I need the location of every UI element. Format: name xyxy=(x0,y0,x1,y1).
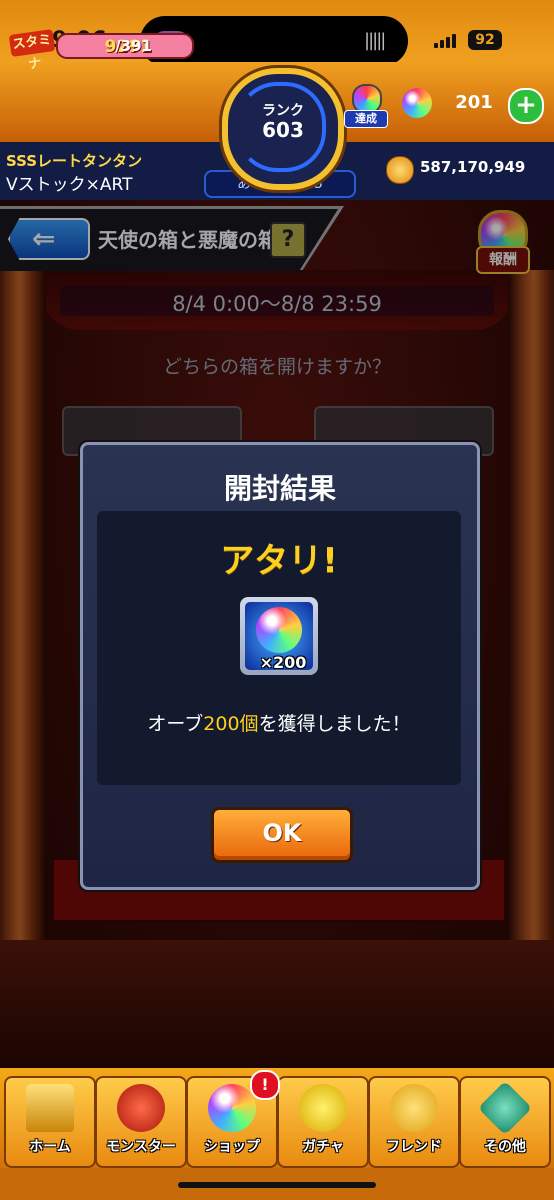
result-dialog: 開封結果 アタリ! ×200 オーブ200個を獲得しました！ OK xyxy=(80,442,480,890)
nav-friend[interactable]: フレンド xyxy=(368,1076,460,1168)
result-message-amount: 200個 xyxy=(203,713,259,735)
friend-icon xyxy=(390,1084,438,1132)
achievement-button[interactable]: 達成 xyxy=(344,80,388,128)
stamina-max: /391 xyxy=(115,37,152,55)
audio-wave-icon: ||||| xyxy=(364,30,386,51)
reward-item-tile: ×200 xyxy=(240,597,318,675)
result-label: アタリ! xyxy=(220,541,338,581)
nav-other-label: その他 xyxy=(484,1139,526,1155)
nav-gacha[interactable]: ガチャ xyxy=(277,1076,369,1168)
result-message-prefix: オーブ xyxy=(147,713,204,735)
reward-quantity: ×200 xyxy=(259,653,307,672)
ok-button-label: OK xyxy=(262,819,302,847)
nav-home-label: ホーム xyxy=(29,1139,71,1155)
dialog-title: 開封結果 xyxy=(223,472,336,505)
other-icon xyxy=(477,1080,533,1136)
nav-monster-label: モンスター xyxy=(106,1139,176,1155)
shop-notification-badge: ! xyxy=(250,1070,280,1100)
achievement-label: 達成 xyxy=(344,110,388,128)
nav-friend-label: フレンド xyxy=(386,1139,442,1155)
result-message-suffix: を獲得しました！ xyxy=(258,713,411,735)
signal-icon xyxy=(434,32,458,48)
orb-icon xyxy=(256,607,302,653)
battery-icon: 92 xyxy=(468,30,502,50)
rank-circle[interactable]: ランク 603 xyxy=(222,68,344,190)
rank-label: ランク xyxy=(262,103,304,119)
coin-icon xyxy=(386,156,414,184)
nav-shop-label: ショップ xyxy=(204,1139,260,1155)
nav-monster[interactable]: モンスター xyxy=(95,1076,187,1168)
stamina-bar: 9291/391 xyxy=(56,33,194,59)
coin-count: 587,170,949 xyxy=(420,158,526,176)
home-icon xyxy=(26,1084,74,1132)
nav-other[interactable]: その他 xyxy=(459,1076,551,1168)
home-indicator[interactable] xyxy=(178,1182,376,1188)
gacha-icon xyxy=(299,1084,347,1132)
orb-icon xyxy=(402,88,432,118)
team-name: Vストック×ART xyxy=(6,175,133,195)
orb-icon xyxy=(208,1084,256,1132)
nav-gacha-label: ガチャ xyxy=(302,1139,344,1155)
add-orb-button[interactable]: + xyxy=(508,88,544,124)
rank-value: 603 xyxy=(262,118,304,142)
ok-button[interactable]: OK xyxy=(211,807,353,863)
orb-count: 201 xyxy=(455,92,493,113)
nav-home[interactable]: ホーム xyxy=(4,1076,96,1168)
player-name: SSSレートタンタン xyxy=(6,152,143,170)
result-message: オーブ200個を獲得しました！ xyxy=(97,709,461,736)
monster-icon xyxy=(117,1084,165,1132)
dialog-content: アタリ! ×200 オーブ200個を獲得しました！ xyxy=(97,511,461,785)
